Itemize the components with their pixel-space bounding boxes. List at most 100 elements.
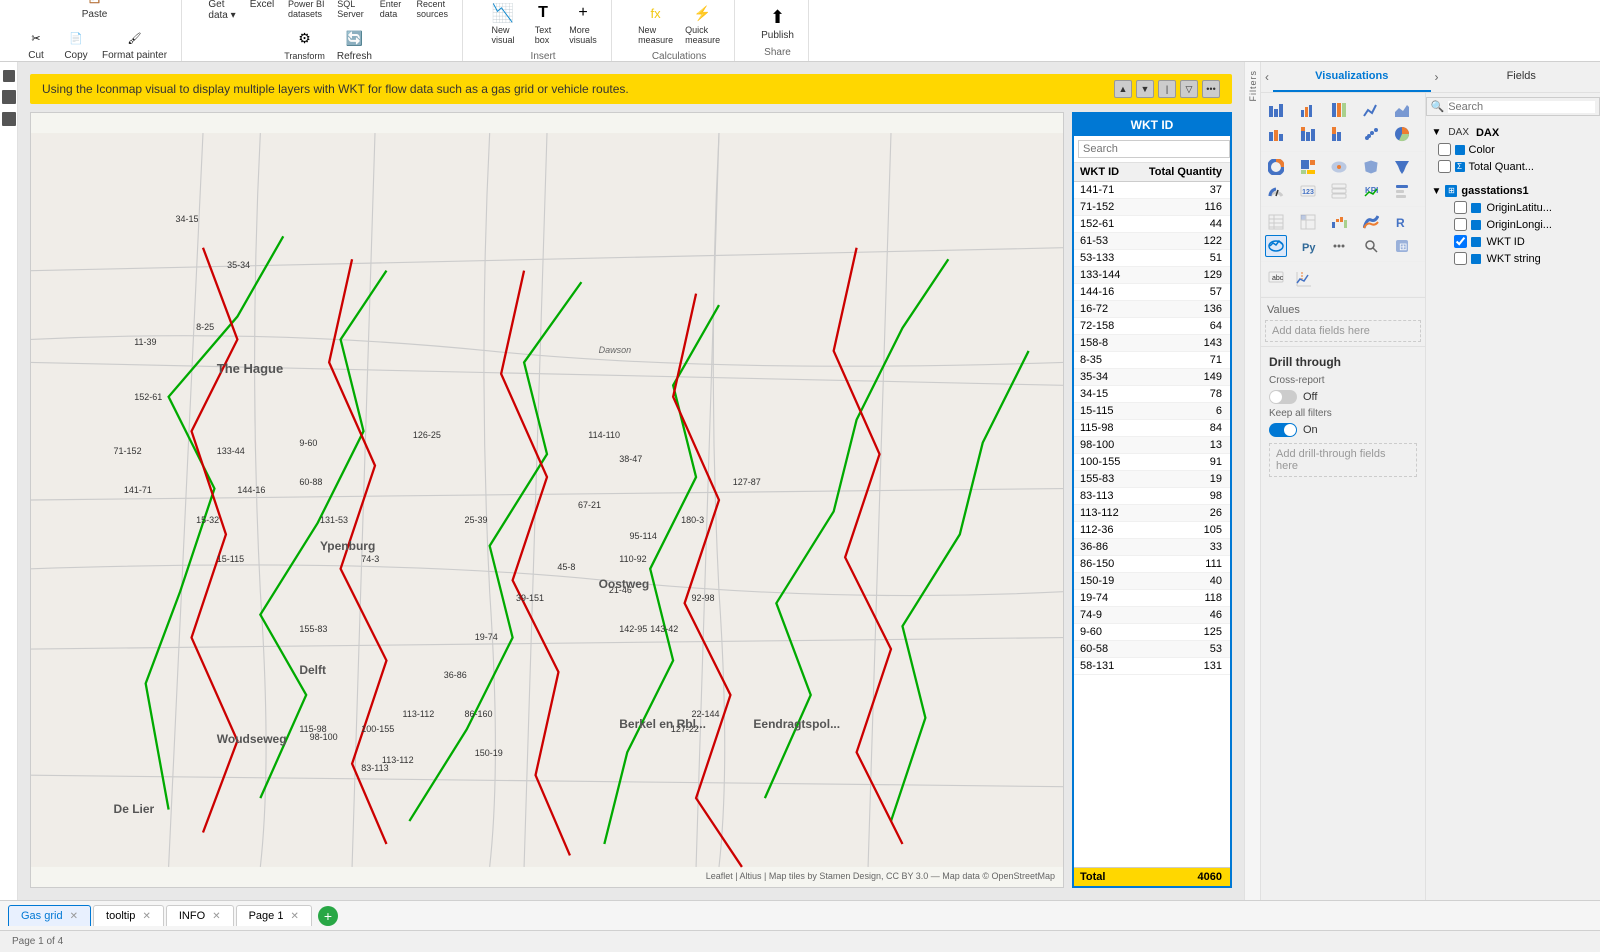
viz-icon-matrix[interactable] (1297, 211, 1319, 233)
viz-icon-table[interactable] (1265, 211, 1287, 233)
sidebar-icon-3[interactable] (2, 112, 16, 126)
viz-icon-clustered-bar[interactable] (1297, 99, 1319, 121)
viz-icon-slicer[interactable] (1391, 180, 1413, 202)
viz-icon-multirow-card[interactable] (1328, 180, 1350, 202)
table-row[interactable]: 144-1657 (1074, 284, 1230, 301)
viz-icon-100pct-col[interactable] (1328, 123, 1350, 145)
add-page-button[interactable]: + (318, 906, 338, 926)
dax-color-checkbox[interactable] (1438, 143, 1451, 156)
gs-checkbox-2[interactable] (1454, 235, 1467, 248)
table-row[interactable]: 100-15591 (1074, 454, 1230, 471)
add-drill-field-button[interactable]: Add drill-through fields here (1269, 443, 1417, 477)
viz-icon-iconmap[interactable] (1265, 235, 1287, 257)
tab-page1-close[interactable]: ✕ (291, 911, 299, 922)
sidebar-icon-1[interactable] (3, 70, 15, 82)
viz-icon-area[interactable] (1391, 99, 1413, 121)
title-icon-filter[interactable]: ▽ (1180, 80, 1198, 98)
format-icon-grid[interactable] (1293, 268, 1315, 290)
table-row[interactable]: 83-11398 (1074, 488, 1230, 505)
gs-toggle[interactable]: ▼ (1432, 186, 1442, 197)
table-row[interactable]: 150-1940 (1074, 573, 1230, 590)
paste-button[interactable]: 📋 Paste (77, 0, 113, 22)
tab-info[interactable]: INFO ✕ (166, 905, 234, 926)
table-row[interactable]: 60-5853 (1074, 641, 1230, 658)
gs-item-2[interactable]: WKT ID (1430, 233, 1596, 250)
cross-report-toggle[interactable] (1269, 390, 1297, 404)
table-row[interactable]: 58-131131 (1074, 658, 1230, 675)
table-row[interactable]: 16-72136 (1074, 301, 1230, 318)
table-row[interactable]: 53-13351 (1074, 250, 1230, 267)
title-icon-down[interactable]: ▼ (1136, 80, 1154, 98)
viz-icon-card[interactable]: 123 (1297, 180, 1319, 202)
viz-icon-r-visual[interactable]: R (1391, 211, 1413, 233)
viz-icon-scatter[interactable] (1360, 123, 1382, 145)
viz-icon-filled-map[interactable] (1360, 156, 1382, 178)
viz-icon-map[interactable] (1328, 156, 1350, 178)
viz-icon-stacked-bar-100[interactable] (1328, 99, 1350, 121)
copy-button[interactable]: 📄 Copy (58, 24, 94, 63)
viz-icon-treemap[interactable] (1297, 156, 1319, 178)
more-visuals-button[interactable]: + Morevisuals (565, 0, 601, 47)
table-row[interactable]: 74-946 (1074, 607, 1230, 624)
filters-bar[interactable]: Filters (1244, 62, 1260, 900)
get-data-button[interactable]: 📊 Getdata ▾ (204, 0, 240, 23)
tab-gas-grid[interactable]: Gas grid ✕ (8, 905, 91, 926)
viz-icon-donut[interactable] (1265, 156, 1287, 178)
fields-search-input[interactable] (1448, 101, 1595, 113)
enter-data-button[interactable]: ⌨ Enterdata (373, 0, 409, 23)
title-icon-dots[interactable]: ••• (1202, 80, 1220, 98)
recent-sources-button[interactable]: 🕐 Recentsources (413, 0, 453, 23)
title-icon-up[interactable]: ▲ (1114, 80, 1132, 98)
cut-button[interactable]: ✂ Cut (18, 24, 54, 63)
table-row[interactable]: 152-6144 (1074, 216, 1230, 233)
dax-header[interactable]: ▼ DAX DAX (1430, 124, 1596, 141)
viz-icon-ribbon[interactable] (1360, 211, 1382, 233)
tab-tooltip-close[interactable]: ✕ (142, 911, 150, 922)
table-row[interactable]: 155-8319 (1074, 471, 1230, 488)
table-row[interactable]: 19-74118 (1074, 590, 1230, 607)
wkt-table-body[interactable]: 141-713771-152116152-614461-5312253-1335… (1074, 182, 1230, 867)
panel-collapse-button[interactable]: ‹ (1261, 62, 1273, 92)
keep-all-filters-toggle[interactable] (1269, 423, 1297, 437)
sidebar-icon-2[interactable] (2, 90, 16, 104)
table-row[interactable]: 34-1578 (1074, 386, 1230, 403)
wkt-search-input[interactable] (1078, 140, 1230, 158)
tab-visualizations[interactable]: Visualizations (1273, 62, 1431, 92)
viz-icon-funnel[interactable] (1391, 156, 1413, 178)
gasstations-header[interactable]: ▼ ⊞ gasstations1 (1430, 183, 1596, 199)
powerbi-datasets-button[interactable]: ⬛ Power BIdatasets (284, 0, 329, 23)
viz-icon-pie[interactable] (1391, 123, 1413, 145)
gs-checkbox-1[interactable] (1454, 218, 1467, 231)
quick-measure-button[interactable]: ⚡ Quickmeasure (681, 0, 724, 47)
viz-icon-python[interactable]: Py (1297, 235, 1319, 257)
viz-icon-ellipsis[interactable] (1328, 235, 1350, 257)
table-row[interactable]: 35-34149 (1074, 369, 1230, 386)
viz-icon-clustered-col[interactable] (1265, 123, 1287, 145)
tab-tooltip[interactable]: tooltip ✕ (93, 905, 164, 926)
format-icon-paint[interactable]: abc (1265, 268, 1287, 290)
gs-item-3[interactable]: WKT string (1430, 250, 1596, 267)
table-row[interactable]: 158-8143 (1074, 335, 1230, 352)
publish-button[interactable]: ⬆ Publish (757, 4, 798, 43)
new-measure-button[interactable]: fx Newmeasure (634, 0, 677, 47)
new-visual-button[interactable]: 📉 Newvisual (485, 0, 521, 47)
viz-icon-line[interactable] (1360, 99, 1382, 121)
tab-gas-grid-close[interactable]: ✕ (70, 911, 78, 922)
viz-icon-waterfall[interactable] (1328, 211, 1350, 233)
dax-totalquant-checkbox[interactable] (1438, 160, 1451, 173)
gs-item-1[interactable]: OriginLongi... (1430, 216, 1596, 233)
table-row[interactable]: 141-7137 (1074, 182, 1230, 199)
table-row[interactable]: 115-9884 (1074, 420, 1230, 437)
table-row[interactable]: 86-150111 (1074, 556, 1230, 573)
viz-icon-kpi[interactable]: KPI (1360, 180, 1382, 202)
gs-item-0[interactable]: OriginLatitu... (1430, 199, 1596, 216)
gs-checkbox-3[interactable] (1454, 252, 1467, 265)
table-row[interactable]: 8-3571 (1074, 352, 1230, 369)
viz-icon-search-zoom[interactable] (1360, 235, 1382, 257)
table-row[interactable]: 9-60125 (1074, 624, 1230, 641)
dax-item-totalquant[interactable]: Σ Total Quant... (1430, 158, 1596, 175)
table-row[interactable]: 15-1156 (1074, 403, 1230, 420)
table-row[interactable]: 112-36105 (1074, 522, 1230, 539)
format-painter-button[interactable]: 🖌 Format painter (98, 24, 171, 63)
viz-icon-gauge[interactable] (1265, 180, 1287, 202)
